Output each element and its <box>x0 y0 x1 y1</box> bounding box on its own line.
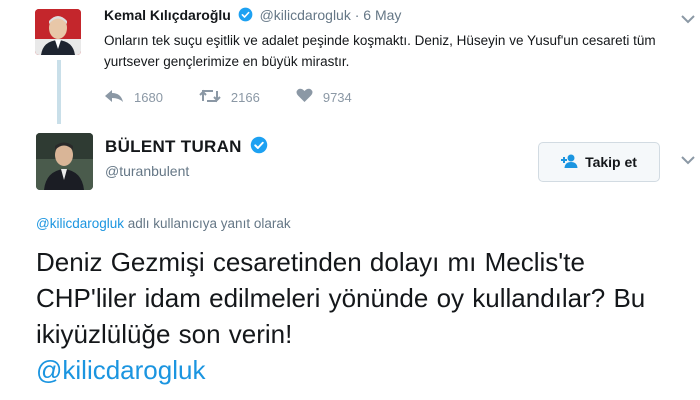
reply-action[interactable]: 1680 <box>104 89 163 106</box>
parent-tweet-text: Onların tek suçu eşitlik ve adalet peşin… <box>104 33 656 69</box>
verified-badge-icon <box>238 7 253 25</box>
parent-author-name[interactable]: Kemal Kılıçdaroğlu <box>104 7 231 23</box>
like-icon <box>296 88 323 106</box>
main-author-name[interactable]: BÜLENT TURAN <box>105 136 271 159</box>
main-author-handle[interactable]: @turanbulent <box>105 163 189 179</box>
verified-badge-icon <box>250 136 268 159</box>
retweet-action[interactable]: 2166 <box>199 89 260 106</box>
follow-button[interactable]: Takip et <box>538 142 660 182</box>
main-tweet-body: Deniz Gezmişi cesaretinden dolayı mı Mec… <box>36 247 646 349</box>
chevron-down-icon[interactable] <box>680 153 696 165</box>
parent-actions: 1680 2166 9734 <box>104 88 388 106</box>
main-avatar[interactable] <box>36 133 93 190</box>
parent-avatar[interactable] <box>35 9 81 55</box>
main-tweet-mention-link[interactable]: @kilicdarogluk <box>36 352 686 388</box>
like-count: 9734 <box>322 89 352 105</box>
parent-tweet[interactable]: Kemal Kılıçdaroğlu @kilicdarogluk · 6 Ma… <box>0 0 700 124</box>
retweet-count: 2166 <box>230 89 260 105</box>
follow-button-label: Takip et <box>585 154 637 170</box>
retweet-icon <box>199 89 231 106</box>
add-user-icon <box>561 154 585 171</box>
chevron-down-icon[interactable] <box>680 12 696 24</box>
parent-date[interactable]: 6 May <box>363 7 401 23</box>
reply-icon <box>104 89 134 106</box>
like-action[interactable]: 9734 <box>296 88 352 106</box>
reply-context-text: adlı kullanıcıya yanıt olarak <box>124 216 291 231</box>
parent-author-handle[interactable]: @kilicdarogluk <box>260 7 351 23</box>
separator-dot: · <box>354 7 360 23</box>
reply-context: @kilicdarogluk adlı kullanıcıya yanıt ol… <box>36 216 291 231</box>
reply-count: 1680 <box>134 89 163 105</box>
reply-mention-link[interactable]: @kilicdarogluk <box>36 216 124 231</box>
main-tweet-text: Deniz Gezmişi cesaretinden dolayı mı Mec… <box>36 244 686 388</box>
parent-header: Kemal Kılıçdaroğlu @kilicdarogluk · 6 Ma… <box>104 7 401 25</box>
main-author-name-text: BÜLENT TURAN <box>105 137 242 156</box>
thread-connector <box>57 60 61 124</box>
